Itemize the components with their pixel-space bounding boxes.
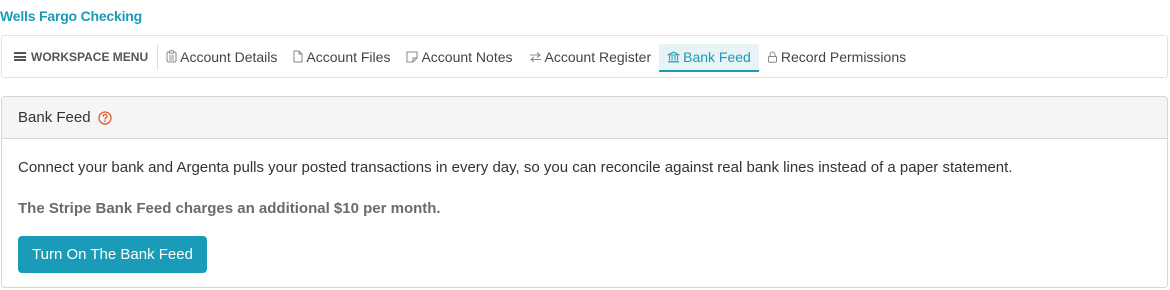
- panel-body: Connect your bank and Argenta pulls your…: [2, 158, 1167, 273]
- turn-on-bank-feed-button[interactable]: Turn On The Bank Feed: [18, 236, 207, 273]
- panel-header: Bank Feed: [2, 97, 1167, 139]
- bank-feed-panel: Bank Feed Connect your bank and Argenta …: [1, 96, 1168, 288]
- help-icon[interactable]: [97, 110, 112, 125]
- lock-icon: [767, 51, 778, 63]
- workspace-menu-label: WORKSPACE MENU: [31, 49, 149, 64]
- tab-account-register[interactable]: Account Register: [521, 44, 660, 70]
- account-title: Wells Fargo Checking: [0, 8, 142, 24]
- workspace-menu-button[interactable]: WORKSPACE MENU: [2, 43, 159, 70]
- workspace-nav: WORKSPACE MENU Account Details Account F…: [1, 35, 1168, 78]
- tab-account-details[interactable]: Account Details: [158, 44, 285, 70]
- tab-label: Account Notes: [421, 48, 513, 65]
- bank-feed-description: Connect your bank and Argenta pulls your…: [18, 159, 1013, 176]
- clipboard-icon: [166, 50, 177, 63]
- tab-label: Bank Feed: [683, 48, 751, 65]
- tab-label: Record Permissions: [780, 48, 907, 65]
- note-icon: [406, 51, 418, 63]
- tab-label: Account Details: [180, 48, 278, 65]
- pricing-note: The Stripe Bank Feed charges an addition…: [18, 200, 441, 217]
- page: Wells Fargo Checking WORKSPACE MENU Acco…: [0, 0, 1170, 290]
- panel-title: Bank Feed: [18, 109, 91, 126]
- tab-account-files[interactable]: Account Files: [285, 44, 398, 70]
- hamburger-icon: [14, 52, 26, 61]
- tab-account-notes[interactable]: Account Notes: [398, 44, 520, 70]
- tab-label: Account Files: [306, 48, 391, 65]
- tab-bank-feed[interactable]: Bank Feed: [659, 43, 759, 72]
- tab-record-permissions[interactable]: Record Permissions: [759, 44, 914, 70]
- file-icon: [293, 50, 303, 63]
- swap-arrows-icon: [529, 51, 542, 63]
- bank-icon: [667, 51, 680, 63]
- tab-label: Account Register: [544, 48, 652, 65]
